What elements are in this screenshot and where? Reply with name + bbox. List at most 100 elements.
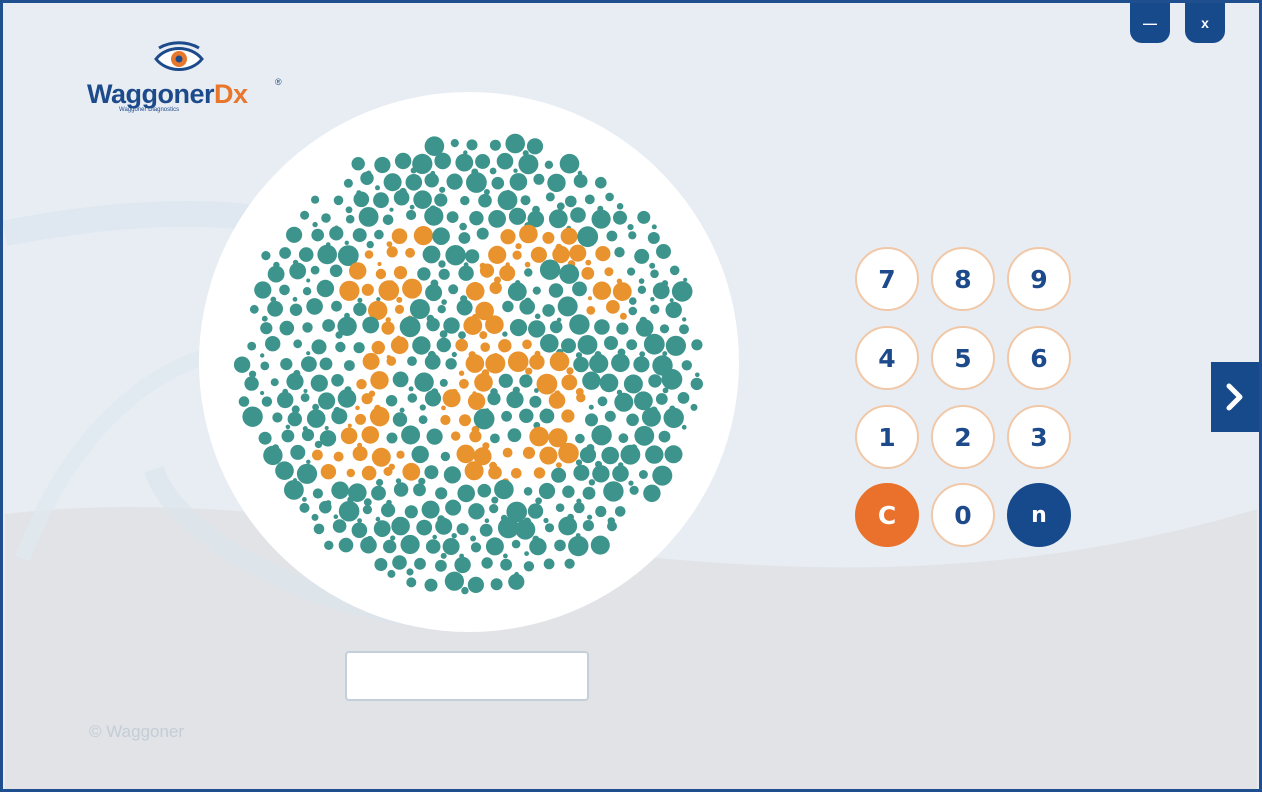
plate-dot <box>421 500 440 519</box>
plate-dot <box>528 320 546 338</box>
plate-dot <box>479 263 495 278</box>
plate-dot <box>437 305 446 314</box>
plate-dot <box>311 339 327 355</box>
key-4[interactable]: 4 <box>855 326 919 390</box>
plate-dot <box>310 265 320 275</box>
plate-dot <box>529 537 547 556</box>
plate-dot <box>386 356 397 366</box>
plate-dot <box>366 240 374 249</box>
plate-dot <box>360 171 374 185</box>
plate-dot <box>488 245 507 264</box>
plate-dot <box>587 514 593 520</box>
plate-dot <box>275 461 294 481</box>
plate-dot <box>568 535 589 557</box>
plate-dot <box>488 210 506 228</box>
key-5[interactable]: 5 <box>931 326 995 390</box>
plate-dot <box>381 321 395 335</box>
plate-dot <box>650 304 660 314</box>
plate-dot <box>634 248 650 264</box>
plate-dot <box>438 268 450 280</box>
plate-dot <box>548 392 566 409</box>
key-3[interactable]: 3 <box>1007 405 1071 469</box>
close-button[interactable]: x <box>1185 3 1225 43</box>
plate-dot <box>595 176 607 189</box>
plate-dot <box>519 224 538 244</box>
plate-dot <box>399 316 421 338</box>
plate-dot <box>655 393 668 405</box>
minimize-button[interactable]: — <box>1130 3 1170 43</box>
key-7[interactable]: 7 <box>855 247 919 311</box>
plate-dot <box>470 535 477 542</box>
plate-dot <box>639 351 646 357</box>
plate-dot <box>386 246 398 258</box>
plate-dot <box>287 411 302 427</box>
plate-dot <box>591 209 611 229</box>
answer-input[interactable] <box>345 651 589 701</box>
plate-dot <box>404 505 418 519</box>
plate-dot <box>451 533 457 539</box>
plate-dot <box>418 415 428 425</box>
key-8[interactable]: 8 <box>931 247 995 311</box>
plate-dot <box>555 503 565 512</box>
plate-dot <box>556 202 565 211</box>
plate-dot <box>396 296 403 303</box>
plate-dot <box>302 322 313 333</box>
plate-dot <box>650 269 659 279</box>
key-9[interactable]: 9 <box>1007 247 1071 311</box>
plate-dot <box>626 413 639 427</box>
plate-dot <box>508 207 527 225</box>
plate-dot <box>267 265 285 283</box>
plate-dot <box>679 324 689 335</box>
plate-dot <box>378 280 400 301</box>
minimize-icon: — <box>1143 15 1157 31</box>
plate-dot <box>535 497 542 505</box>
ishihara-plate <box>199 92 739 632</box>
plate-dot <box>310 374 328 392</box>
key-2[interactable]: 2 <box>931 405 995 469</box>
plate-dot <box>566 367 574 375</box>
plate-dot <box>290 444 306 460</box>
plate-dot <box>370 371 389 390</box>
enter-button[interactable]: n <box>1007 483 1071 547</box>
plate-dot <box>455 338 469 352</box>
plate-dot <box>258 431 272 445</box>
plate-dot <box>440 414 451 426</box>
plate-dot <box>489 504 499 514</box>
plate-dot <box>337 316 357 336</box>
plate-dot <box>569 314 590 335</box>
plate-dot <box>538 482 556 500</box>
plate-dot <box>480 342 491 352</box>
plate-dot <box>507 428 522 443</box>
plate-dot <box>432 534 437 540</box>
plate-dot <box>491 176 505 190</box>
plate-dot <box>373 520 391 537</box>
plate-dot <box>316 279 335 298</box>
clear-button[interactable]: C <box>855 483 919 547</box>
plate-dot <box>247 341 257 351</box>
plate-dot <box>638 470 648 479</box>
plate-dot <box>424 390 442 407</box>
plate-dot <box>542 231 555 244</box>
plate-dot <box>260 353 265 358</box>
next-button[interactable] <box>1211 362 1259 432</box>
key-0[interactable]: 0 <box>931 483 995 547</box>
plate-dot <box>363 498 372 507</box>
plate-dot <box>650 297 655 302</box>
plate-dot <box>442 389 461 408</box>
plate-dot <box>438 260 446 268</box>
plate-dot <box>441 405 446 411</box>
plate-dot <box>485 537 504 556</box>
plate-dot <box>507 282 527 301</box>
plate-dot <box>413 190 432 209</box>
plate-dot <box>405 174 423 191</box>
plate-dot <box>385 395 398 407</box>
key-6[interactable]: 6 <box>1007 326 1071 390</box>
plate-dot <box>362 352 380 370</box>
key-1[interactable]: 1 <box>855 405 919 469</box>
plate-dot <box>616 203 624 210</box>
plate-dot <box>575 433 585 444</box>
plate-dot <box>532 286 541 295</box>
plate-dot <box>473 408 495 430</box>
plate-dot <box>595 505 607 518</box>
plate-dot <box>386 241 393 248</box>
